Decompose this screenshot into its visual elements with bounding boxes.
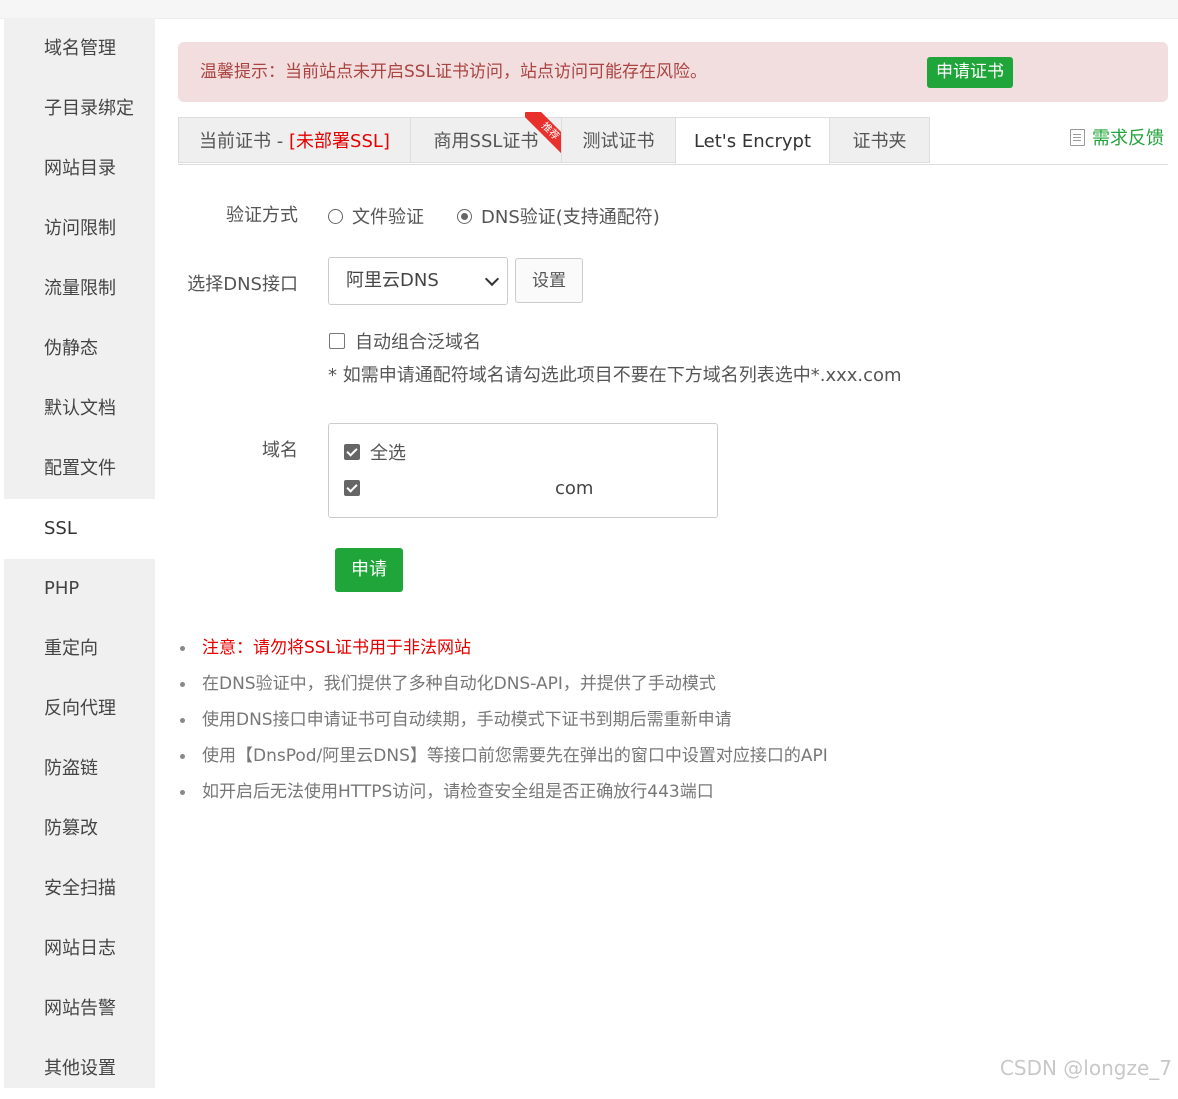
sidebar-item-hotlink[interactable]: 防盗链 <box>4 739 155 799</box>
radio-dns-verify[interactable]: DNS验证(支持通配符) <box>457 203 660 229</box>
feedback-label: 需求反馈 <box>1092 128 1164 149</box>
auto-combine-checkbox[interactable]: 自动组合泛域名 <box>329 328 481 354</box>
sidebar-item-redirect[interactable]: 重定向 <box>4 619 155 679</box>
list-item: 注意：请勿将SSL证书用于非法网站 <box>178 636 1078 672</box>
domain-item-label: com <box>555 478 594 499</box>
sidebar-item-site-alert[interactable]: 网站告警 <box>4 979 155 1039</box>
sidebar-item-tamper[interactable]: 防篡改 <box>4 799 155 859</box>
tab-current-cert[interactable]: 当前证书 - [未部署SSL] <box>178 117 411 163</box>
domain-list <box>328 423 718 518</box>
sidebar-item-config[interactable]: 配置文件 <box>4 439 155 499</box>
sidebar-item-subdir[interactable]: 子目录绑定 <box>4 79 155 139</box>
sidebar-item-rewrite[interactable]: 伪静态 <box>4 319 155 379</box>
domain-item-checkbox[interactable] <box>344 480 370 496</box>
auto-combine-box[interactable] <box>329 333 345 349</box>
ssl-tabs: 当前证书 - [未部署SSL] 商用SSL证书 推荐 测试证书 Let's En… <box>178 112 1168 165</box>
tab-current-cert-label: 当前证书 - <box>199 131 289 152</box>
watermark: CSDN @longze_7 <box>999 1056 1172 1080</box>
radio-dns-verify-label: DNS验证(支持通配符) <box>481 207 660 228</box>
sidebar-item-site-log[interactable]: 网站日志 <box>4 919 155 979</box>
auto-combine-label: 自动组合泛域名 <box>355 332 481 353</box>
tab-cert-folder[interactable]: 证书夹 <box>829 117 930 163</box>
sidebar-item-site-dir[interactable]: 网站目录 <box>4 139 155 199</box>
sidebar-item-domain[interactable]: 域名管理 <box>4 19 155 79</box>
edit-icon <box>1070 129 1085 146</box>
sidebar-item-default-doc[interactable]: 默认文档 <box>4 379 155 439</box>
list-item: 使用DNS接口申请证书可自动续期，手动模式下证书到期后需重新申请 <box>178 708 1078 744</box>
wildcard-hint: * 如需申请通配符域名请勾选此项目不要在下方域名列表选中*.xxx.com <box>328 365 902 386</box>
alert-text: 温馨提示：当前站点未开启SSL证书访问，站点访问可能存在风险。 <box>200 62 708 82</box>
feedback-link[interactable]: 需求反馈 <box>1070 124 1164 150</box>
select-all-label: 全选 <box>370 443 406 464</box>
radio-file-verify-dot[interactable] <box>328 208 343 224</box>
list-item: 在DNS验证中，我们提供了多种自动化DNS-API，并提供了手动模式 <box>178 672 1078 708</box>
sidebar-item-security-scan[interactable]: 安全扫描 <box>4 859 155 919</box>
dns-api-select-value: 阿里云DNS <box>346 270 439 291</box>
domain-label: 域名 <box>262 440 298 461</box>
list-item: 如开启后无法使用HTTPS访问，请检查安全组是否正确放行443端口 <box>178 780 1078 816</box>
tab-commercial-ssl[interactable]: 商用SSL证书 推荐 <box>410 112 569 163</box>
sidebar-item-other-settings[interactable]: 其他设置 <box>4 1039 155 1099</box>
radio-dns-verify-dot[interactable] <box>457 208 472 224</box>
sidebar-item-access-limit[interactable]: 访问限制 <box>4 199 155 259</box>
dns-setting-button[interactable]: 设置 <box>515 258 583 303</box>
list-item: 使用【DnsPod/阿里云DNS】等接口前您需要先在弹出的窗口中设置对应接口的A… <box>178 744 1078 780</box>
sidebar: 域名管理 子目录绑定 网站目录 访问限制 流量限制 伪静态 默认文档 配置文件 … <box>4 18 155 1088</box>
select-all-checkbox[interactable]: 全选 <box>344 439 406 465</box>
tab-test-cert[interactable]: 测试证书 <box>561 117 676 163</box>
sidebar-item-ssl[interactable]: SSL <box>4 499 155 559</box>
dns-api-label: 选择DNS接口 <box>187 274 298 295</box>
apply-cert-button[interactable]: 申请证书 <box>927 57 1013 88</box>
radio-file-verify[interactable]: 文件验证 <box>328 203 424 229</box>
select-all-box[interactable] <box>344 444 360 460</box>
verify-method-label: 验证方式 <box>226 205 298 226</box>
sidebar-item-php[interactable]: PHP <box>4 559 155 619</box>
chevron-down-icon <box>484 271 500 287</box>
apply-button[interactable]: 申请 <box>335 548 403 592</box>
ssl-status-badge: [未部署SSL] <box>289 131 390 152</box>
tab-commercial-ssl-label: 商用SSL证书 <box>433 131 539 152</box>
ssl-warning-alert: 温馨提示：当前站点未开启SSL证书访问，站点访问可能存在风险。 申请证书 <box>178 42 1168 102</box>
radio-file-verify-label: 文件验证 <box>352 207 424 228</box>
notes-list: 注意：请勿将SSL证书用于非法网站 在DNS验证中，我们提供了多种自动化DNS-… <box>178 636 1078 816</box>
tab-letsencrypt[interactable]: Let's Encrypt <box>675 117 830 164</box>
sidebar-item-traffic-limit[interactable]: 流量限制 <box>4 259 155 319</box>
dns-api-select[interactable]: 阿里云DNS <box>328 257 508 305</box>
sidebar-item-reverse-proxy[interactable]: 反向代理 <box>4 679 155 739</box>
top-bar <box>0 0 1178 19</box>
domain-item-box[interactable] <box>344 480 360 496</box>
